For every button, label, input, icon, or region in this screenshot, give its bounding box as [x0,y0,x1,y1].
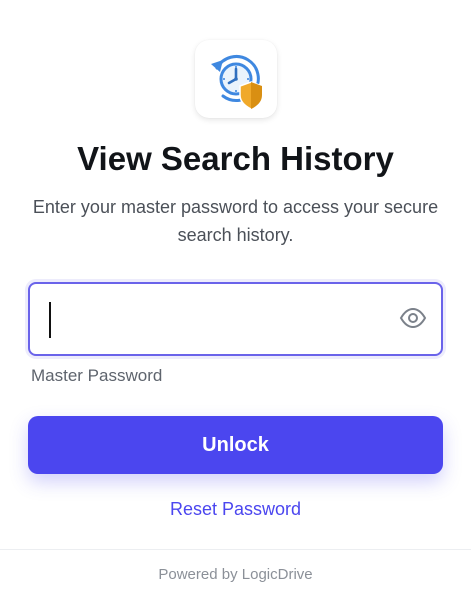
unlock-page: View Search History Enter your master pa… [0,0,471,595]
page-subtitle: Enter your master password to access you… [32,197,439,245]
reset-password-link[interactable]: Reset Password [0,499,471,520]
footer-text: Powered by LogicDrive [158,566,313,583]
history-clock-shield-icon [211,55,263,110]
footer-divider [0,549,471,550]
text-cursor [49,302,51,338]
unlock-button[interactable]: Unlock [28,416,443,474]
page-title: View Search History [77,140,394,177]
password-field[interactable] [28,282,443,356]
password-label: Master Password [31,366,163,385]
app-logo [195,40,277,118]
password-input[interactable] [50,296,394,344]
eye-icon[interactable] [399,306,427,330]
